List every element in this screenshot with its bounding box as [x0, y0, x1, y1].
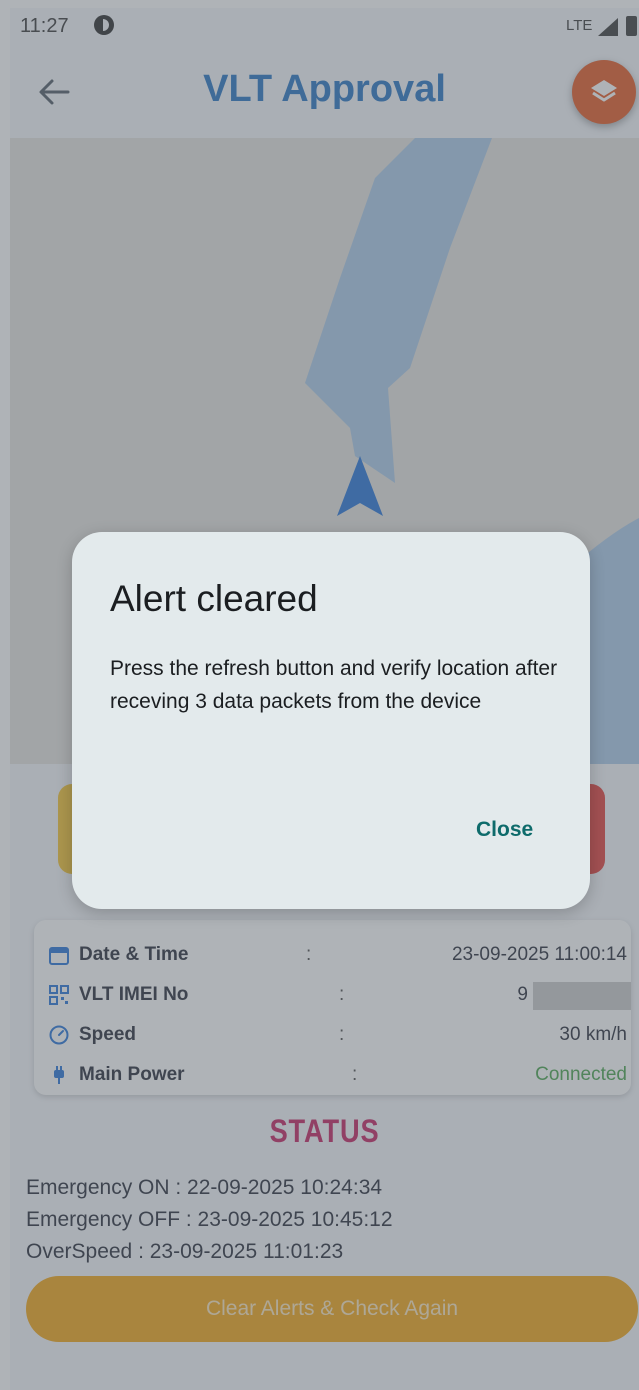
- dialog-close-button[interactable]: Close: [464, 812, 545, 848]
- dialog-title: Alert cleared: [110, 578, 318, 619]
- dialog-message: Press the refresh button and verify loca…: [110, 657, 558, 713]
- alert-dialog: Alert cleared Press the refresh button a…: [72, 532, 590, 909]
